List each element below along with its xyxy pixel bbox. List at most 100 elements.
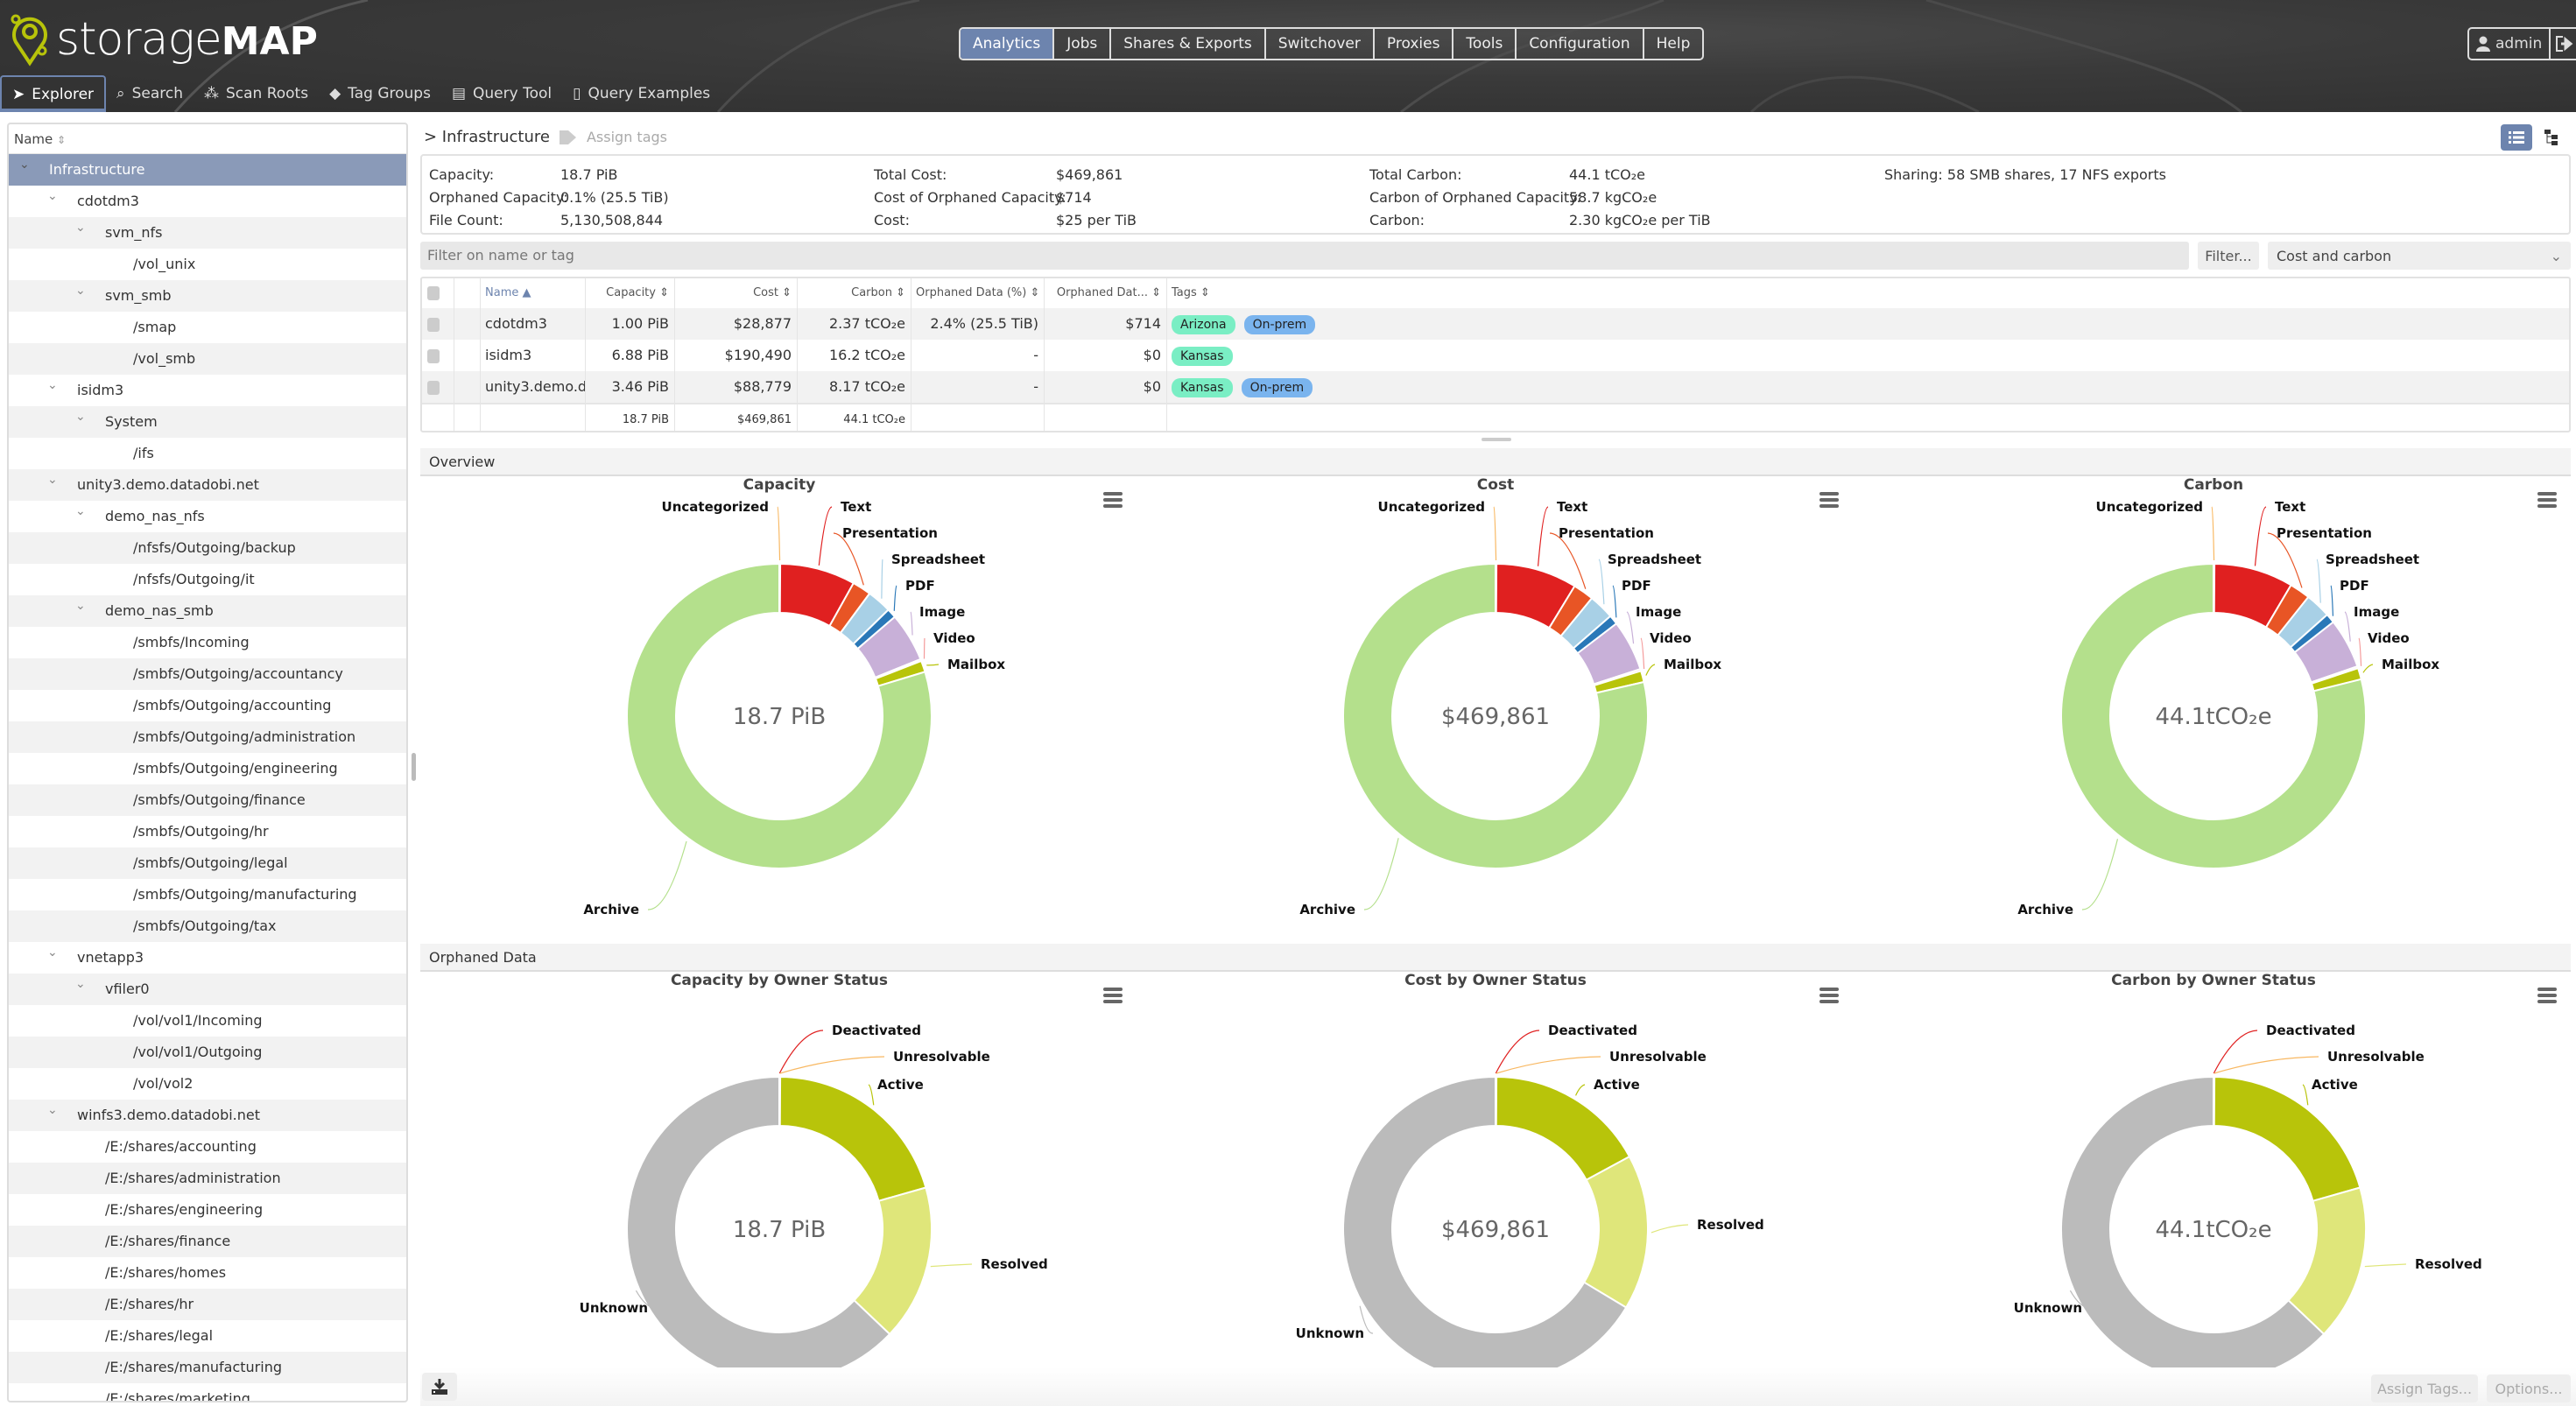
tree-node[interactable]: /smbfs/Outgoing/finance — [9, 784, 406, 816]
tree-node[interactable]: /smbfs/Outgoing/tax — [9, 910, 406, 942]
resize-handle[interactable] — [1482, 438, 1511, 441]
donut-slice-resolved[interactable] — [1584, 1156, 1648, 1307]
col-capacity[interactable]: Capacity ⇕ — [585, 278, 674, 310]
chevron-down-icon[interactable]: ⌄ — [47, 937, 58, 968]
tag-badge[interactable]: On-prem — [1244, 315, 1316, 334]
tree-node[interactable]: /smbfs/Outgoing/manufacturing — [9, 879, 406, 910]
download-button[interactable] — [422, 1373, 457, 1401]
chevron-down-icon[interactable]: ⌄ — [47, 1094, 58, 1126]
tree-node[interactable]: /vol_unix — [9, 249, 406, 280]
chevron-down-icon[interactable]: ⌄ — [47, 369, 58, 401]
chevron-down-icon[interactable]: ⌄ — [75, 968, 86, 1000]
tree-column-header[interactable]: Name ⇕ — [9, 124, 406, 154]
assign-tags-link[interactable]: Assign tags — [587, 129, 667, 145]
overview-section-header[interactable]: Overview — [420, 448, 2571, 476]
tree-node[interactable]: /vol/vol2 — [9, 1068, 406, 1100]
tree-node[interactable]: /smbfs/Outgoing/engineering — [9, 753, 406, 784]
chevron-down-icon[interactable]: ⌄ — [75, 590, 86, 622]
tree-node[interactable]: /nfsfs/Outgoing/backup — [9, 532, 406, 564]
col-orphaned-pct[interactable]: Orphaned Data (%) ⇕ — [911, 278, 1044, 310]
tag-badge[interactable]: On-prem — [1242, 378, 1313, 397]
cell-name[interactable]: isidm3 — [480, 340, 585, 371]
nav-analytics[interactable]: Analytics — [961, 29, 1054, 59]
tree-node[interactable]: /E:/shares/homes — [9, 1257, 406, 1289]
options-button[interactable]: Options... — [2487, 1374, 2571, 1402]
tree-node[interactable]: /vol/vol1/Incoming — [9, 1005, 406, 1037]
tree-node[interactable]: ⌄winfs3.demo.datadobi.net — [9, 1100, 406, 1131]
logout-button[interactable] — [2551, 29, 2576, 59]
tree-node[interactable]: ⌄Infrastructure — [9, 154, 406, 186]
donut-slice-active[interactable] — [2214, 1077, 2361, 1201]
tree-node[interactable]: /nfsfs/Outgoing/it — [9, 564, 406, 595]
tree-node[interactable]: /vol_smb — [9, 343, 406, 375]
tree-node[interactable]: /smbfs/Outgoing/accountancy — [9, 658, 406, 690]
tree-node[interactable]: ⌄System — [9, 406, 406, 438]
subnav-tag-groups[interactable]: ◆Tag Groups — [319, 75, 441, 112]
filter-button[interactable]: Filter... — [2198, 242, 2259, 270]
tree-node[interactable]: /E:/shares/hr — [9, 1289, 406, 1320]
view-select[interactable]: Cost and carbon⌄ — [2268, 242, 2571, 270]
tree-node[interactable]: /E:/shares/accounting — [9, 1131, 406, 1163]
col-orphaned-cost[interactable]: Orphaned Dat... ⇕ — [1044, 278, 1166, 310]
tree-node[interactable]: /smbfs/Outgoing/administration — [9, 721, 406, 753]
select-all-checkbox[interactable] — [422, 278, 454, 310]
chevron-down-icon[interactable]: ⌄ — [47, 464, 58, 496]
row-checkbox[interactable] — [422, 371, 454, 403]
tree-node[interactable]: ⌄demo_nas_nfs — [9, 501, 406, 532]
nav-configuration[interactable]: Configuration — [1517, 29, 1643, 59]
tree-node[interactable]: /E:/shares/marketing — [9, 1383, 406, 1402]
chevron-down-icon[interactable]: ⌄ — [47, 180, 58, 212]
nav-help[interactable]: Help — [1644, 29, 1703, 59]
subnav-query-tool[interactable]: ▤Query Tool — [441, 75, 562, 112]
col-cost[interactable]: Cost ⇕ — [674, 278, 797, 310]
chevron-down-icon[interactable]: ⌄ — [75, 275, 86, 306]
chevron-down-icon[interactable]: ⌄ — [19, 149, 30, 180]
table-row[interactable]: cdotdm31.00 PiB$28,8772.37 tCO₂e2.4% (25… — [422, 308, 2569, 340]
tree-node[interactable]: /E:/shares/legal — [9, 1320, 406, 1352]
tree-node[interactable]: /smbfs/Outgoing/accounting — [9, 690, 406, 721]
tree-node[interactable]: /E:/shares/engineering — [9, 1194, 406, 1226]
tag-badge[interactable]: Arizona — [1172, 315, 1235, 334]
tree-node[interactable]: /vol/vol1/Outgoing — [9, 1037, 406, 1068]
nav-tools[interactable]: Tools — [1453, 29, 1517, 59]
app-logo[interactable]: storageMAP — [9, 12, 318, 67]
tree-node[interactable]: /smbfs/Outgoing/hr — [9, 816, 406, 847]
col-name[interactable]: Name ▲ — [480, 278, 585, 310]
tree-node[interactable]: ⌄unity3.demo.datadobi.net — [9, 469, 406, 501]
table-row[interactable]: unity3.demo.d...3.46 PiB$88,7798.17 tCO₂… — [422, 371, 2569, 403]
cell-name[interactable]: unity3.demo.d... — [480, 371, 585, 403]
filter-input[interactable]: Filter on name or tag — [420, 242, 2189, 270]
chevron-down-icon[interactable]: ⌄ — [75, 401, 86, 432]
tree-node[interactable]: /smap — [9, 312, 406, 343]
tree-node[interactable]: ⌄svm_smb — [9, 280, 406, 312]
subnav-scan-roots[interactable]: ⁂Scan Roots — [194, 75, 319, 112]
table-row[interactable]: isidm36.88 PiB$190,49016.2 tCO₂e-$0Kansa… — [422, 340, 2569, 371]
nav-shares-exports[interactable]: Shares & Exports — [1111, 29, 1265, 59]
chevron-down-icon[interactable]: ⌄ — [75, 212, 86, 243]
list-view-button[interactable] — [2501, 124, 2532, 151]
tree-node[interactable]: /smbfs/Outgoing/legal — [9, 847, 406, 879]
chevron-down-icon[interactable]: ⌄ — [75, 496, 86, 527]
subnav-query-examples[interactable]: ▯Query Examples — [562, 75, 721, 112]
subnav-explorer[interactable]: ➤Explorer — [0, 75, 106, 112]
row-checkbox[interactable] — [422, 308, 454, 340]
subnav-search[interactable]: ⌕Search — [106, 75, 194, 112]
tree-node[interactable]: ⌄svm_nfs — [9, 217, 406, 249]
tag-badge[interactable]: Kansas — [1172, 378, 1233, 397]
user-button[interactable]: admin — [2469, 29, 2551, 59]
tree-node[interactable]: /ifs — [9, 438, 406, 469]
orphaned-section-header[interactable]: Orphaned Data — [420, 944, 2571, 972]
row-checkbox[interactable] — [422, 340, 454, 371]
tree-node[interactable]: ⌄vnetapp3 — [9, 942, 406, 974]
tree-node[interactable]: /smbfs/Incoming — [9, 627, 406, 658]
tree-node[interactable]: ⌄vfiler0 — [9, 974, 406, 1005]
tree-node[interactable]: ⌄cdotdm3 — [9, 186, 406, 217]
assign-tags-button[interactable]: Assign Tags... — [2371, 1374, 2478, 1402]
breadcrumb-path[interactable]: > Infrastructure — [424, 128, 550, 146]
tree-node[interactable]: /E:/shares/manufacturing — [9, 1352, 406, 1383]
tree-node[interactable]: /E:/shares/finance — [9, 1226, 406, 1257]
tree-node[interactable]: ⌄isidm3 — [9, 375, 406, 406]
nav-switchover[interactable]: Switchover — [1266, 29, 1375, 59]
tree-view-button[interactable] — [2536, 124, 2567, 151]
nav-proxies[interactable]: Proxies — [1375, 29, 1454, 59]
